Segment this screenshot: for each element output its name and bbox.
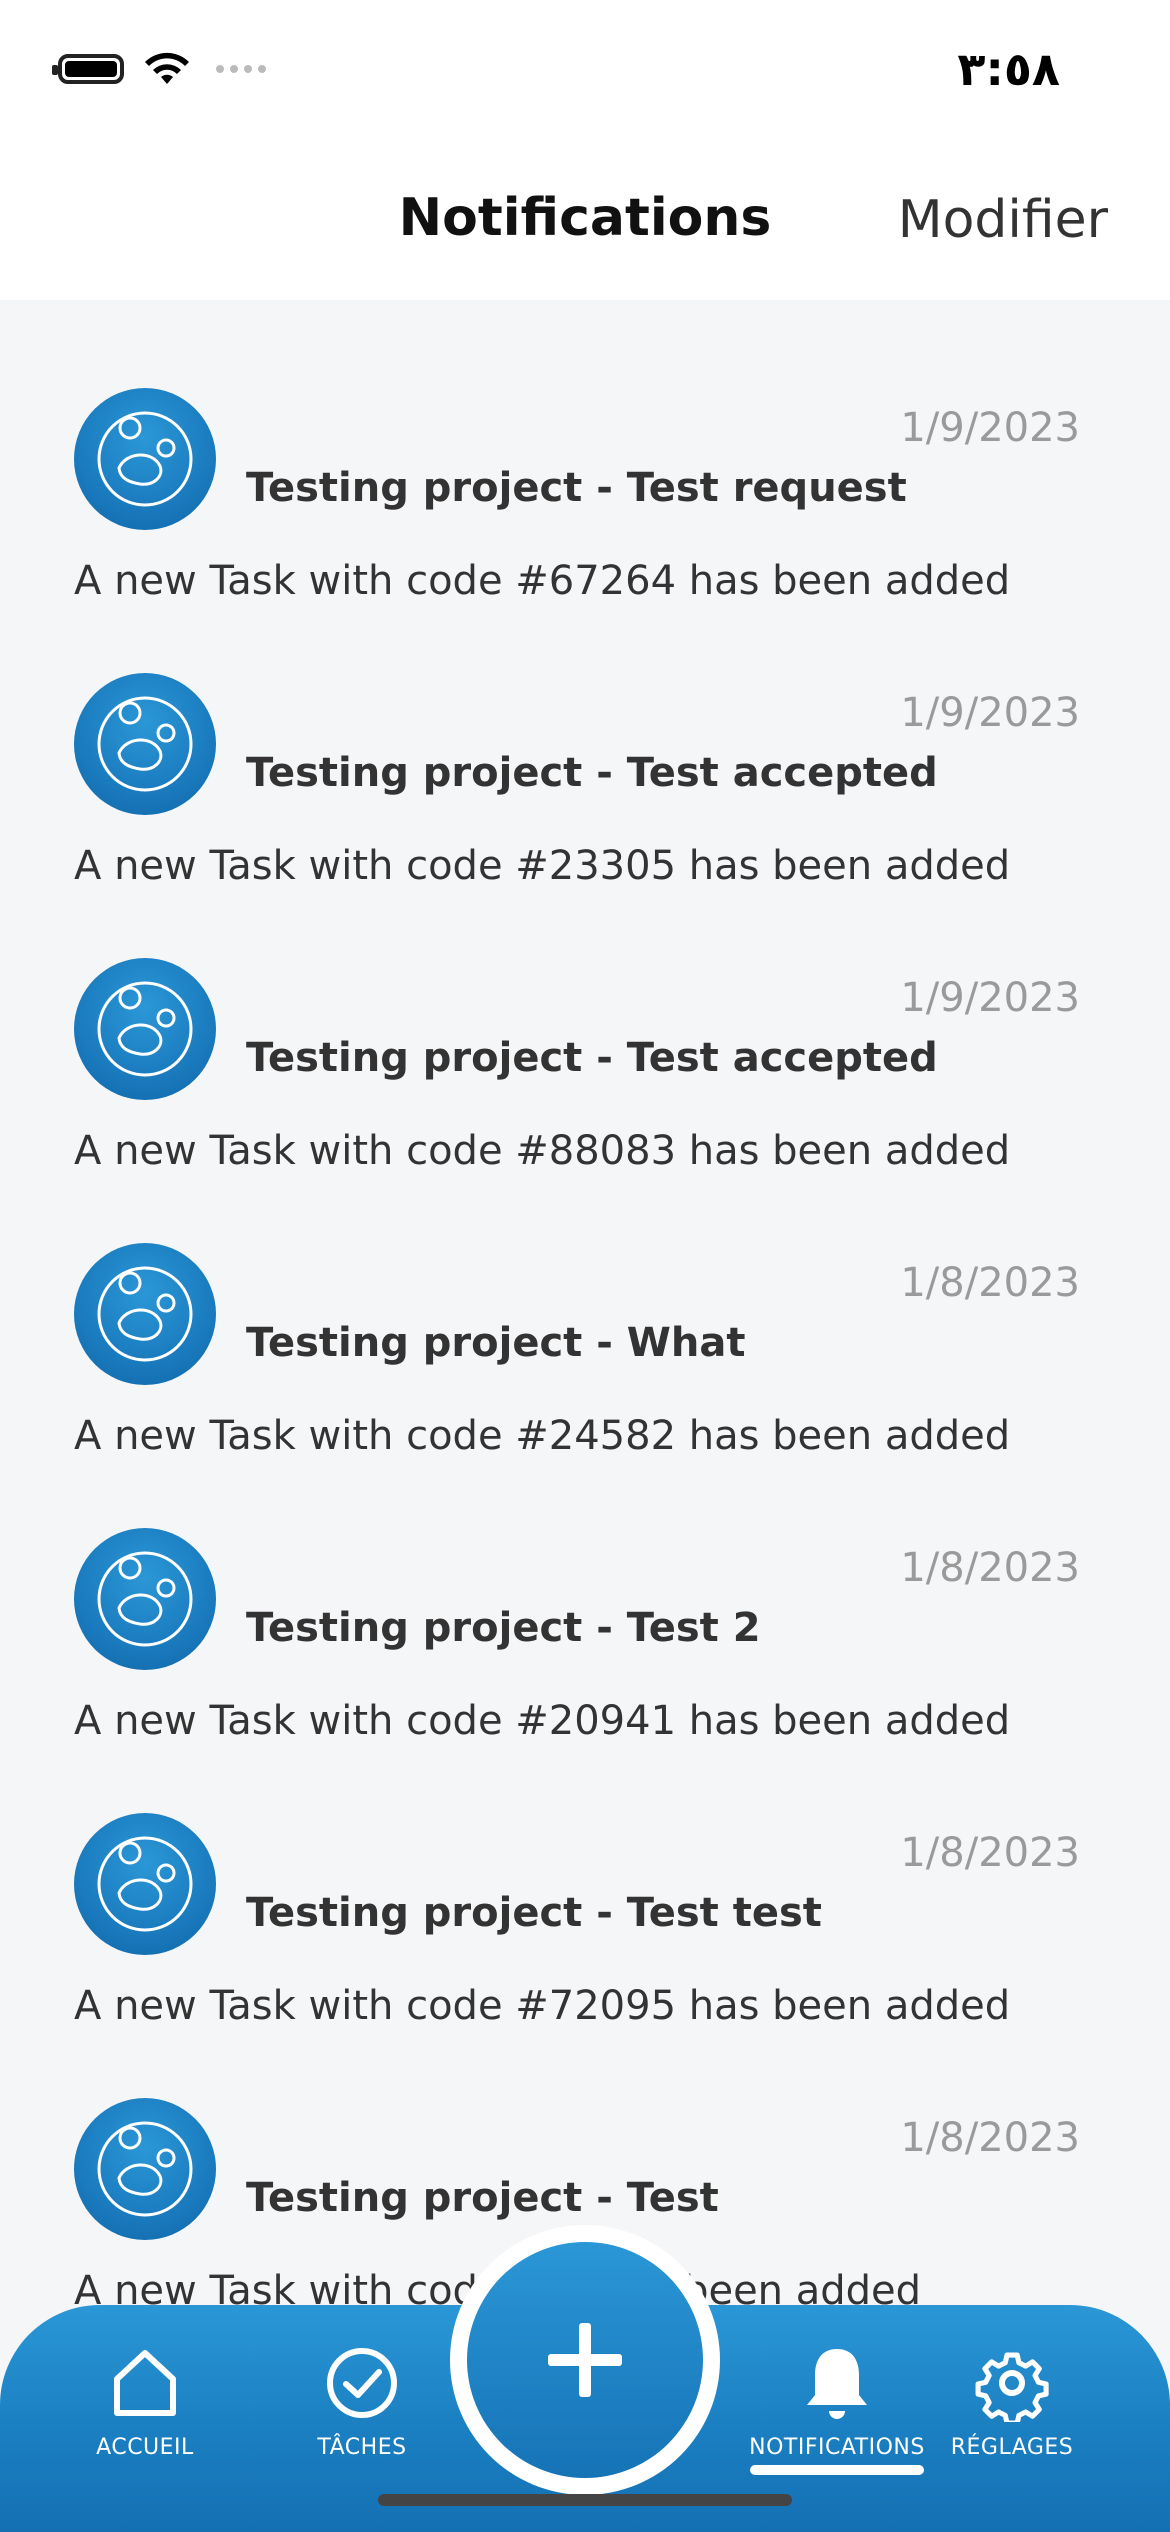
notification-item[interactable]: 1/9/2023 Testing project - Test request … [0, 300, 1170, 604]
tab-label: RÉGLAGES [950, 2435, 1074, 2460]
status-time: ٣:٥٨ [957, 42, 1060, 96]
app-logo-icon [74, 958, 216, 1100]
notification-title: Testing project - Test test [246, 1890, 822, 1936]
app-logo-icon [74, 2098, 216, 2240]
notification-date: 1/9/2023 [900, 975, 1080, 1021]
notification-date: 1/9/2023 [900, 690, 1080, 736]
wifi-icon [145, 52, 189, 84]
tab-notifications[interactable]: NOTIFICATIONS [737, 2343, 937, 2460]
notification-title: Testing project - Test [246, 2175, 719, 2221]
active-tab-indicator [750, 2465, 924, 2475]
notifications-list[interactable]: 1/9/2023 Testing project - Test request … [0, 300, 1170, 2350]
status-bar: ٣:٥٨ [0, 0, 1170, 150]
battery-icon [52, 54, 124, 84]
notification-title: Testing project - Test request [246, 465, 907, 511]
notification-date: 1/8/2023 [900, 2115, 1080, 2161]
add-task-button[interactable] [450, 2225, 720, 2495]
notification-title: Testing project - Test accepted [246, 750, 938, 796]
signal-icon [216, 65, 266, 73]
home-icon [114, 2350, 176, 2416]
notification-item[interactable]: 1/8/2023 Testing project - Test 2 A new … [0, 1440, 1170, 1744]
app-logo-icon [74, 388, 216, 530]
tab-label: ACCUEIL [96, 2435, 194, 2460]
notification-title: Testing project - Test accepted [246, 1035, 938, 1081]
notification-date: 1/9/2023 [900, 405, 1080, 451]
app-logo-icon [74, 1813, 216, 1955]
tab-label: NOTIFICATIONS [749, 2435, 925, 2460]
notification-title: Testing project - What [246, 1320, 746, 1366]
notification-item[interactable]: 1/9/2023 Testing project - Test accepted… [0, 585, 1170, 889]
notification-date: 1/8/2023 [900, 1260, 1080, 1306]
notification-item[interactable]: 1/8/2023 Testing project - What A new Ta… [0, 1155, 1170, 1459]
edit-button[interactable]: Modifier [898, 190, 1108, 250]
check-circle-icon [327, 2348, 397, 2418]
plus-icon [548, 2323, 622, 2397]
home-indicator [378, 2494, 792, 2506]
tab-reglages[interactable]: RÉGLAGES [912, 2343, 1112, 2460]
tab-taches[interactable]: TÂCHES [262, 2343, 462, 2460]
app-logo-icon [74, 673, 216, 815]
notification-date: 1/8/2023 [900, 1545, 1080, 1591]
nav-bar: Notifications Modifier [0, 150, 1170, 300]
notification-item[interactable]: 1/8/2023 Testing project - Test test A n… [0, 1725, 1170, 2029]
tab-accueil[interactable]: ACCUEIL [45, 2343, 245, 2460]
gear-icon [975, 2352, 1049, 2422]
bell-icon [807, 2349, 867, 2419]
notification-title: Testing project - Test 2 [246, 1605, 761, 1651]
tab-label: TÂCHES [317, 2435, 407, 2460]
app-logo-icon [74, 1528, 216, 1670]
app-logo-icon [74, 1243, 216, 1385]
notification-item[interactable]: 1/9/2023 Testing project - Test accepted… [0, 870, 1170, 1174]
status-icons [52, 50, 266, 88]
notification-date: 1/8/2023 [900, 1830, 1080, 1876]
